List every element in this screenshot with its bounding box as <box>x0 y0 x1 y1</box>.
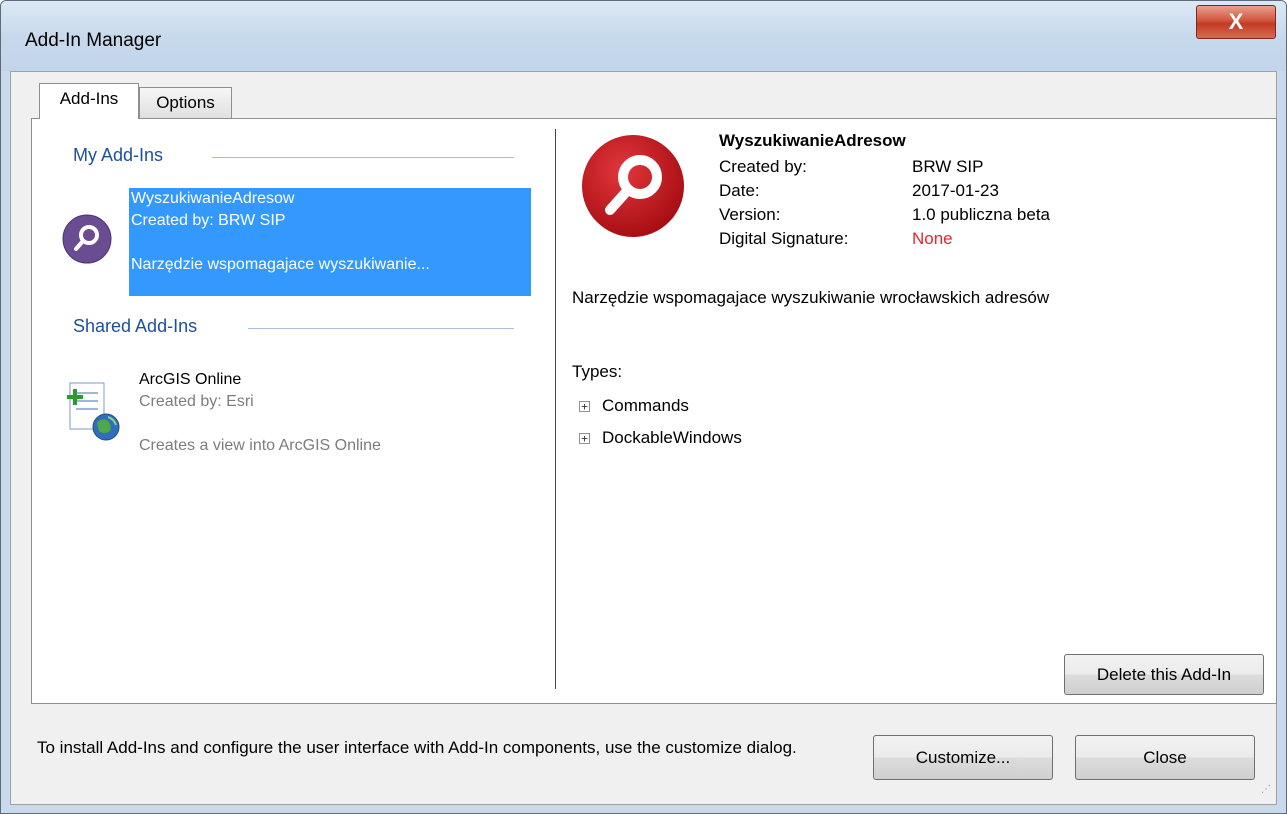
add-in-manager-window: Add-In Manager X Add-Ins Options My Add-… <box>0 0 1287 814</box>
shared-add-ins-divider <box>248 328 514 329</box>
add-ins-tab-panel: My Add-Ins WyszukiwanieAdresow Created b… <box>31 118 1277 704</box>
list-item-spacer <box>139 413 529 435</box>
version-label: Version: <box>719 205 781 224</box>
tab-options[interactable]: Options <box>139 87 232 119</box>
resize-grip-icon[interactable]: ⋰ <box>1261 784 1271 795</box>
list-item-created-by: Created by: Esri <box>139 393 254 410</box>
date-label: Date: <box>719 181 760 200</box>
tree-item-dockable-windows[interactable]: + DockableWindows <box>579 428 742 448</box>
shared-add-ins-header: Shared Add-Ins <box>73 316 198 336</box>
my-add-ins-header: My Add-Ins <box>73 145 164 165</box>
list-item-arcgis-online[interactable]: ArcGIS Online Created by: Esri Creates a… <box>139 369 529 457</box>
tree-item-label: DockableWindows <box>602 428 742 447</box>
version-value: 1.0 publiczna beta <box>912 205 1050 224</box>
list-item-name: WyszukiwanieAdresow <box>131 190 295 207</box>
list-item-description: Creates a view into ArcGIS Online <box>139 437 381 454</box>
list-item-name: ArcGIS Online <box>139 371 242 388</box>
arcgis-online-icon <box>67 382 120 441</box>
created-by-label: Created by: <box>719 157 807 176</box>
customize-button[interactable]: Customize... <box>873 735 1053 780</box>
created-by-value: BRW SIP <box>912 157 984 176</box>
title-bar[interactable]: Add-In Manager X <box>1 1 1286 71</box>
details-description: Narzędzie wspomagajace wyszukiwanie wroc… <box>572 288 1050 307</box>
window-title: Add-In Manager <box>25 30 162 51</box>
panel-splitter[interactable] <box>555 129 556 689</box>
delete-add-in-button[interactable]: Delete this Add-In <box>1064 654 1264 695</box>
magnifier-icon <box>62 214 112 264</box>
footer-hint: To install Add-Ins and configure the use… <box>37 738 797 757</box>
details-title: WyszukiwanieAdresow <box>719 131 906 150</box>
digital-signature-value: None <box>912 229 953 248</box>
list-item-wyszukiwanie-adresow[interactable]: WyszukiwanieAdresow Created by: BRW SIP … <box>129 188 531 296</box>
close-button[interactable]: Close <box>1075 735 1255 780</box>
my-add-ins-divider <box>212 157 514 158</box>
close-icon: X <box>1228 9 1244 34</box>
expand-icon[interactable]: + <box>579 400 590 412</box>
list-item-spacer <box>131 232 531 254</box>
tab-add-ins[interactable]: Add-Ins <box>39 83 139 119</box>
tree-item-commands[interactable]: + Commands <box>579 396 689 416</box>
digital-signature-label: Digital Signature: <box>719 229 849 248</box>
types-label: Types: <box>572 362 623 381</box>
date-value: 2017-01-23 <box>912 181 999 200</box>
dialog-client-area: Add-Ins Options My Add-Ins WyszukiwanieA… <box>10 71 1277 805</box>
expand-icon[interactable]: + <box>579 432 590 444</box>
tree-item-label: Commands <box>602 396 689 415</box>
window-close-button[interactable]: X <box>1196 5 1276 39</box>
list-item-created-by: Created by: BRW SIP <box>131 212 286 229</box>
magnifier-icon <box>582 135 684 237</box>
list-item-description: Narzędzie wspomagajace wyszukiwanie... <box>131 256 430 273</box>
